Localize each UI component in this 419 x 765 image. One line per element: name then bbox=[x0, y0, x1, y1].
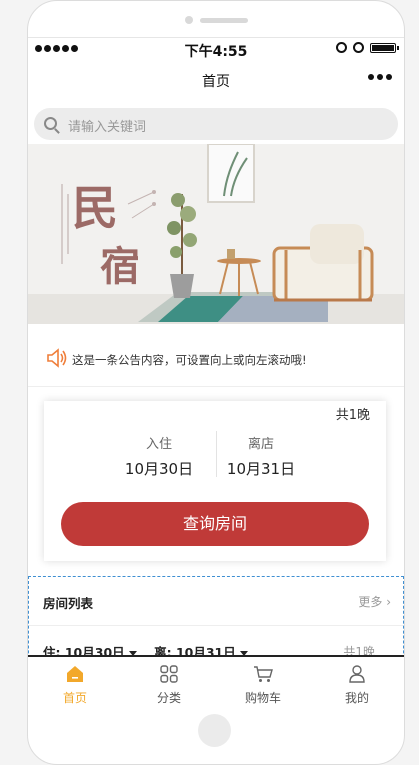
search-bar[interactable]: 请输入关键词 bbox=[34, 108, 398, 140]
banner-title-char-2: 宿 bbox=[100, 243, 140, 290]
rotation-lock-icon bbox=[336, 42, 347, 53]
announcement-text: 这是一条公告内容，可设置向上或向左滚动哦! bbox=[72, 353, 307, 367]
search-input[interactable]: 请输入关键词 bbox=[68, 116, 146, 135]
banner-title-char-1: 民 bbox=[72, 181, 118, 235]
battery-icon bbox=[370, 42, 399, 53]
tab-cart[interactable]: 购物车 bbox=[216, 657, 310, 706]
home-icon bbox=[67, 666, 83, 682]
speaker-icon bbox=[47, 348, 67, 368]
tab-home[interactable]: 首页 bbox=[28, 657, 122, 706]
checkin-date: 10月30日 bbox=[124, 460, 194, 478]
cart-icon bbox=[254, 666, 273, 682]
tab-profile-label: 我的 bbox=[344, 691, 369, 705]
more-label: 更多 bbox=[358, 595, 383, 609]
checkout-date-picker[interactable]: 离店 10月31日 bbox=[206, 433, 316, 479]
room-list-title: 房间列表 bbox=[43, 596, 94, 611]
tab-category-label: 分类 bbox=[156, 691, 181, 705]
checkout-date: 10月31日 bbox=[226, 460, 296, 478]
home-button[interactable] bbox=[198, 714, 231, 747]
status-bar: 下午4:55 bbox=[28, 38, 404, 60]
announcement-bar[interactable]: 这是一条公告内容，可设置向上或向左滚动哦! bbox=[28, 334, 404, 387]
nights-count: 共1晚 bbox=[335, 408, 370, 423]
user-icon bbox=[349, 665, 365, 683]
screen: 下午4:55 首页 请输入关键词 民 宿 这是一条公告内容，可设置向上或向左滚动… bbox=[28, 37, 404, 706]
phone-frame: 下午4:55 首页 请输入关键词 民 宿 这是一条公告内容，可设置向上或向左滚动… bbox=[27, 0, 405, 765]
booking-card: 共1晚 入住 10月30日 离店 10月31日 查询房间 bbox=[44, 401, 386, 561]
more-rooms-link[interactable]: 更多 › bbox=[358, 593, 391, 610]
query-rooms-button[interactable]: 查询房间 bbox=[61, 502, 369, 546]
tab-profile[interactable]: 我的 bbox=[310, 657, 404, 706]
front-camera bbox=[185, 16, 193, 24]
banner-illustration: 民 宿 bbox=[28, 144, 404, 324]
more-menu-icon[interactable] bbox=[368, 74, 392, 80]
banner-image[interactable]: 民 宿 bbox=[28, 144, 404, 324]
tab-category[interactable]: 分类 bbox=[122, 657, 216, 706]
checkin-date-picker[interactable]: 入住 10月30日 bbox=[104, 433, 214, 479]
alarm-icon bbox=[353, 42, 364, 53]
earpiece bbox=[200, 18, 248, 23]
tab-cart-label: 购物车 bbox=[244, 691, 281, 705]
nav-bar: 首页 bbox=[28, 60, 404, 100]
chevron-right-icon: › bbox=[382, 595, 391, 609]
tab-home-label: 首页 bbox=[62, 691, 87, 705]
checkout-label: 离店 bbox=[247, 437, 274, 452]
page-title: 首页 bbox=[202, 74, 230, 90]
room-list-header: 房间列表 更多 › bbox=[29, 577, 403, 626]
tab-bar: 首页 分类 购物车 我的 bbox=[28, 655, 404, 706]
search-icon bbox=[44, 117, 57, 130]
checkin-label: 入住 bbox=[145, 437, 172, 452]
category-icon bbox=[160, 665, 178, 683]
